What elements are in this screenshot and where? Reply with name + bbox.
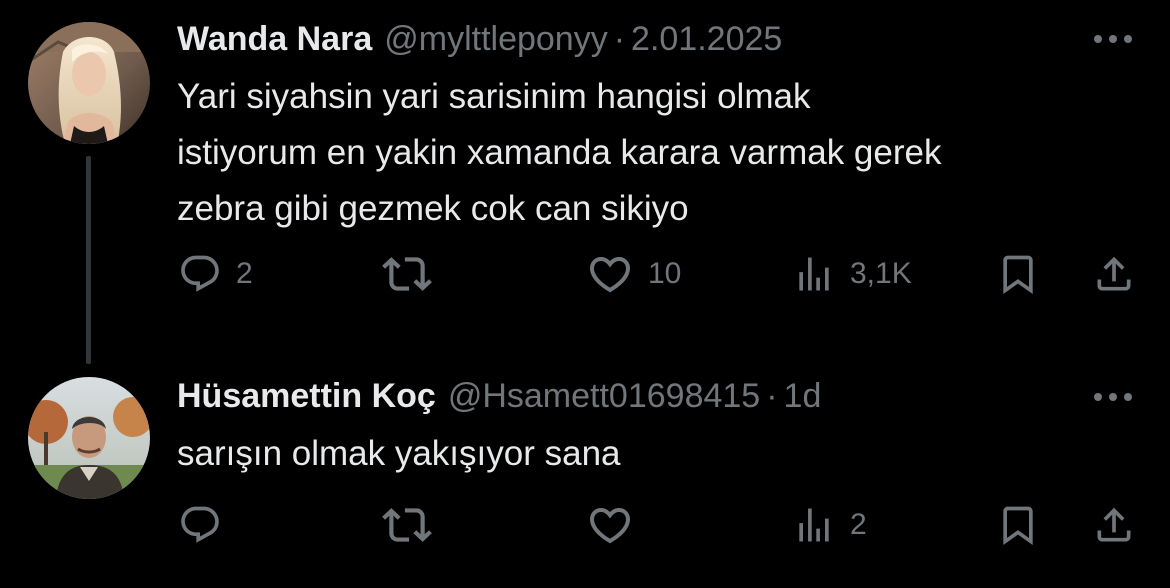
share-button[interactable]	[1092, 500, 1136, 550]
reply-button[interactable]: 2	[178, 249, 253, 299]
like-button[interactable]	[586, 500, 648, 550]
views-button[interactable]: 3,1K	[792, 249, 912, 299]
retweet-icon	[382, 249, 432, 299]
more-options-button[interactable]	[1092, 390, 1134, 404]
tweet-header: Hüsamettin Koç @Hsamett01698415 · 1d	[177, 374, 821, 418]
avatar-image-woman	[28, 22, 150, 144]
tweet-text-line: zebra gibi gezmek cok can sikiyo	[177, 189, 689, 228]
retweet-icon	[382, 500, 432, 550]
retweet-button[interactable]	[382, 500, 446, 550]
more-icon	[1094, 393, 1132, 401]
views-count: 3,1K	[850, 257, 912, 290]
tweet-text: Yari siyahsin yari sarisinim hangisi olm…	[177, 69, 1137, 237]
share-icon	[1092, 250, 1136, 298]
bookmark-button[interactable]	[996, 249, 1040, 299]
views-icon	[792, 503, 836, 547]
views-button[interactable]: 2	[792, 500, 867, 550]
avatar-image-man	[28, 377, 150, 499]
tweet-header: Wanda Nara @mylttleponyy · 2.01.2025	[177, 17, 782, 61]
views-count: 2	[850, 508, 867, 541]
more-options-button[interactable]	[1092, 32, 1134, 46]
separator: ·	[613, 19, 626, 58]
share-icon	[1092, 501, 1136, 549]
reply-button[interactable]	[178, 500, 236, 550]
tweet-text-line: Yari siyahsin yari sarisinim hangisi olm…	[177, 77, 811, 116]
reply-icon	[178, 252, 222, 296]
action-bar: 2	[0, 500, 1170, 550]
like-button[interactable]: 10	[586, 249, 681, 299]
like-icon	[586, 250, 634, 298]
tweet-text-line: istiyorum en yakin xamanda karara varmak…	[177, 133, 942, 172]
reply-count: 2	[236, 257, 253, 290]
avatar[interactable]	[28, 22, 150, 144]
share-button[interactable]	[1092, 249, 1136, 299]
username[interactable]: @Hsamett01698415	[448, 377, 760, 416]
tweet[interactable]: Hüsamettin Koç @Hsamett01698415 · 1d sar…	[0, 345, 1170, 588]
display-name[interactable]: Hüsamettin Koç	[177, 377, 436, 416]
tweet-text-line: sarışın olmak yakışıyor sana	[177, 434, 621, 473]
separator: ·	[766, 376, 778, 415]
views-icon	[792, 252, 836, 296]
action-bar: 2 10 3,1K	[0, 249, 1170, 299]
retweet-button[interactable]	[382, 249, 446, 299]
reply-icon	[178, 503, 222, 547]
more-icon	[1094, 35, 1132, 43]
tweet-text: sarışın olmak yakışıyor sana	[177, 426, 1137, 482]
display-name[interactable]: Wanda Nara	[177, 20, 372, 59]
timestamp[interactable]: 1d	[784, 377, 822, 416]
avatar[interactable]	[28, 377, 150, 499]
like-icon	[586, 501, 634, 549]
bookmark-button[interactable]	[996, 500, 1040, 550]
like-count: 10	[648, 257, 682, 290]
bookmark-icon	[996, 250, 1040, 298]
timestamp[interactable]: 2.01.2025	[631, 20, 782, 59]
bookmark-icon	[996, 501, 1040, 549]
tweet[interactable]: Wanda Nara @mylttleponyy · 2.01.2025 Yar…	[0, 0, 1170, 364]
username[interactable]: @mylttleponyy	[384, 20, 607, 59]
